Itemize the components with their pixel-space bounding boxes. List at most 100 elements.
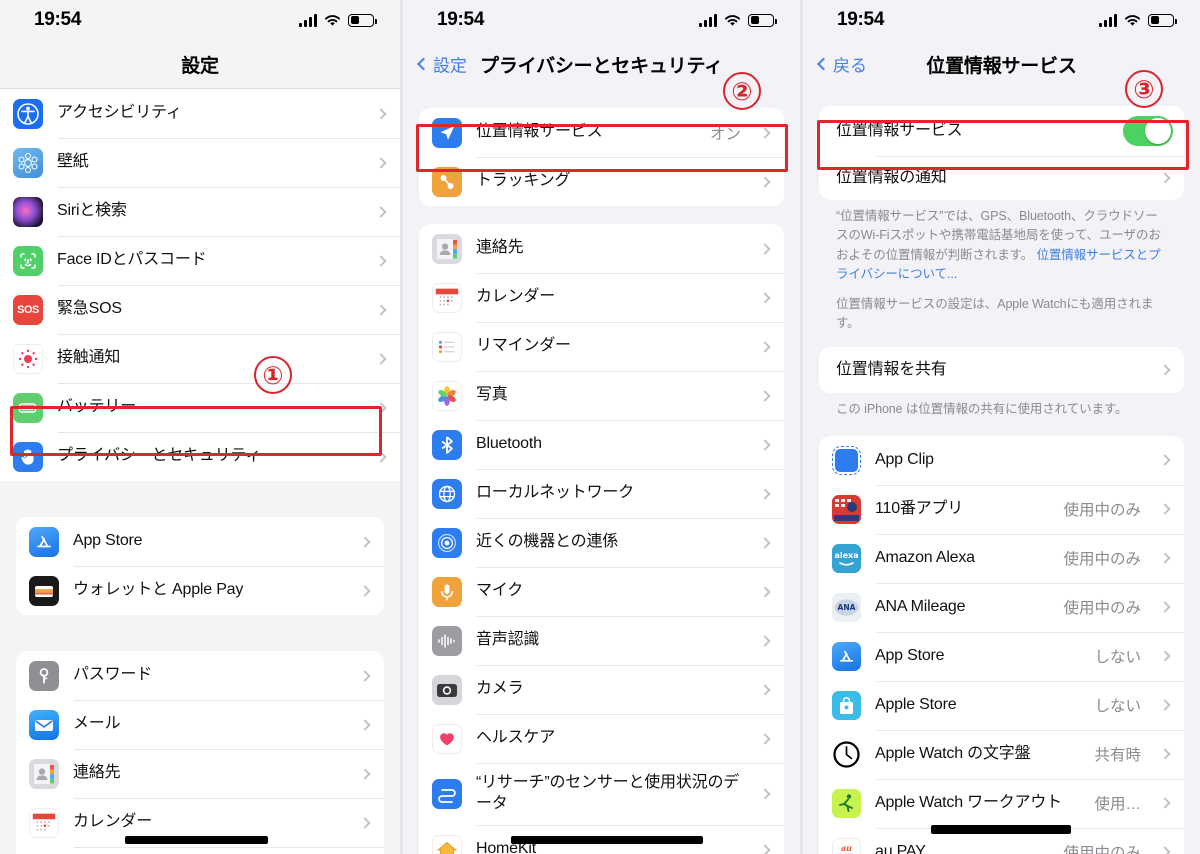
row-value: しない <box>1094 649 1141 667</box>
svg-text:ANA: ANA <box>838 603 856 612</box>
nav-bar-settings: 設定 <box>0 40 400 88</box>
settings-group-store: App Store ウォレットと Apple Pay <box>16 517 384 615</box>
microphone-icon <box>432 576 462 607</box>
row-speech-recognition[interactable]: 音声認識 <box>419 616 784 665</box>
chevron-right-icon <box>759 487 771 500</box>
location-scroll-area[interactable]: 位置情報サービス 位置情報の通知 “位置情報サービス”では、GPS、Blueto… <box>803 88 1200 854</box>
settings-scroll-area[interactable]: アクセシビリティ 壁紙 Siriと検索 Face IDとパスコード SOS 緊急… <box>0 89 400 854</box>
row-amazon-alexa[interactable]: alexa Amazon Alexa 使用中のみ <box>819 533 1184 583</box>
row-label: 連絡先 <box>476 239 524 257</box>
chevron-right-icon <box>1159 797 1171 809</box>
row-label: Face IDとパスコード <box>57 251 207 269</box>
row-research-sensor-data[interactable]: “リサーチ”のセンサーと使用状況のデータ <box>419 763 784 825</box>
battery-icon <box>348 13 377 27</box>
back-button[interactable]: 戻る <box>817 52 867 77</box>
location-services-toggle[interactable] <box>1123 116 1173 146</box>
row-app-clip[interactable]: App Clip <box>819 436 1184 485</box>
sidebar-item-faceid-passcode[interactable]: Face IDとパスコード <box>0 236 400 285</box>
sidebar-item-wallpaper[interactable]: 壁紙 <box>0 138 400 187</box>
cellular-bars-icon <box>1099 13 1117 27</box>
contacts-icon <box>29 758 59 789</box>
row-label: プライバシーとセキュリティ <box>57 447 262 465</box>
sidebar-item-mail[interactable]: メール <box>16 700 384 749</box>
chevron-right-icon <box>375 156 387 169</box>
row-location-alerts[interactable]: 位置情報の通知 <box>819 156 1184 200</box>
sidebar-item-accessibility[interactable]: アクセシビリティ <box>0 89 400 138</box>
row-ana-mileage[interactable]: ANA ANA Mileage 使用中のみ <box>819 582 1184 632</box>
row-label: 110番アプリ <box>875 499 964 517</box>
chevron-right-icon <box>359 767 371 780</box>
row-apple-watch-face[interactable]: Apple Watch の文字盤 共有時 <box>819 729 1184 779</box>
chevron-right-icon <box>375 205 387 218</box>
row-label: Bluetooth <box>476 435 542 453</box>
calendar-icon <box>432 282 462 313</box>
chevron-right-icon <box>359 718 371 731</box>
sidebar-item-siri-search[interactable]: Siriと検索 <box>0 187 400 236</box>
row-label: au PAY <box>875 842 926 854</box>
row-app-store[interactable]: App Store しない <box>819 631 1184 681</box>
chevron-right-icon <box>1159 846 1171 854</box>
row-share-my-location[interactable]: 位置情報を共有 <box>819 347 1184 393</box>
row-label: 位置情報の通知 <box>836 168 947 186</box>
redaction-bar <box>125 836 268 844</box>
row-nearby-interactions[interactable]: 近くの機器との連係 <box>419 518 784 567</box>
panel-privacy-security: 19:54 設定 プライバシーとセキュリティ 位置情報サービス オン トラッキン… <box>400 0 800 854</box>
row-calendar[interactable]: カレンダー <box>419 273 784 322</box>
privacy-scroll-area[interactable]: 位置情報サービス オン トラッキング 連絡先 カレンダー リマインダー 写真 B… <box>403 88 800 854</box>
settings-group-apps: パスワード メール 連絡先 カレンダー <box>16 651 384 854</box>
chevron-right-icon <box>359 816 371 829</box>
speech-recognition-icon <box>432 625 462 656</box>
privacy-group-top: 位置情報サービス オン トラッキング <box>419 108 784 206</box>
chevron-right-icon <box>759 732 771 745</box>
sidebar-item-contacts[interactable]: 連絡先 <box>16 749 384 798</box>
wifi-icon <box>724 14 741 27</box>
location-toggle-group: 位置情報サービス 位置情報の通知 <box>819 106 1184 200</box>
chevron-right-icon <box>1159 364 1171 376</box>
sidebar-item-exposure-notifications[interactable]: 接触通知 <box>0 334 400 383</box>
chevron-right-icon <box>759 291 771 304</box>
row-local-network[interactable]: ローカルネットワーク <box>419 469 784 518</box>
row-contacts[interactable]: 連絡先 <box>419 224 784 273</box>
ana-icon: ANA <box>832 592 861 622</box>
sidebar-item-wallet-apple-pay[interactable]: ウォレットと Apple Pay <box>16 566 384 615</box>
row-apple-watch-workout[interactable]: Apple Watch ワークアウト 使用… <box>819 778 1184 828</box>
cellular-bars-icon <box>299 13 317 27</box>
chevron-right-icon <box>759 634 771 647</box>
sidebar-item-passwords[interactable]: パスワード <box>16 651 384 700</box>
row-label: 位置情報サービス <box>476 123 603 141</box>
sidebar-item-battery[interactable]: バッテリー <box>0 383 400 432</box>
sidebar-item-app-store[interactable]: App Store <box>16 517 384 566</box>
row-reminders[interactable]: リマインダー <box>419 322 784 371</box>
row-label: Apple Store <box>875 695 957 713</box>
row-photos[interactable]: 写真 <box>419 371 784 420</box>
location-description-note: “位置情報サービス”では、GPS、Bluetooth、クラウドソースのWi-Fi… <box>819 200 1184 291</box>
row-location-services-toggle[interactable]: 位置情報サービス <box>819 106 1184 156</box>
photos-icon <box>432 380 462 411</box>
row-microphone[interactable]: マイク <box>419 567 784 616</box>
row-camera[interactable]: カメラ <box>419 665 784 714</box>
faceid-icon <box>13 245 43 276</box>
chevron-right-icon <box>759 788 771 800</box>
research-sensor-icon <box>432 779 462 809</box>
row-110-app[interactable]: 110番アプリ 使用中のみ <box>819 484 1184 534</box>
wifi-icon <box>1124 14 1141 27</box>
police-110-icon <box>832 494 861 524</box>
row-bluetooth[interactable]: Bluetooth <box>419 420 784 469</box>
status-bar: 19:54 <box>403 0 800 40</box>
sidebar-item-emergency-sos[interactable]: SOS 緊急SOS <box>0 285 400 334</box>
sidebar-item-notes[interactable]: メモ <box>16 847 384 854</box>
row-tracking[interactable]: トラッキング <box>419 157 784 206</box>
redaction-bar <box>931 825 1071 834</box>
row-label: バッテリー <box>57 398 137 416</box>
homekit-icon <box>432 834 462 854</box>
chevron-right-icon <box>1159 552 1171 564</box>
back-button[interactable]: 設定 <box>417 52 467 77</box>
row-health[interactable]: ヘルスケア <box>419 714 784 763</box>
row-value: 共有時 <box>1094 747 1141 765</box>
row-label: ローカルネットワーク <box>476 484 635 502</box>
sidebar-item-privacy-security[interactable]: プライバシーとセキュリティ <box>0 432 400 481</box>
location-arrow-icon <box>432 117 462 148</box>
mail-icon <box>29 709 59 740</box>
row-location-services[interactable]: 位置情報サービス オン <box>419 108 784 157</box>
row-apple-store[interactable]: Apple Store しない <box>819 680 1184 730</box>
